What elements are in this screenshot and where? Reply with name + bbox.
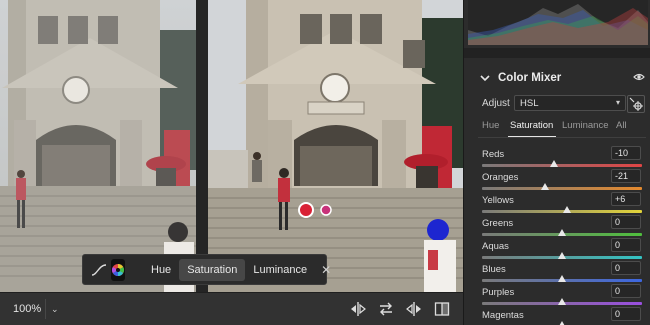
mode-tabs: Hue Saturation Luminance All <box>464 116 650 138</box>
zoom-divider <box>45 299 46 319</box>
slider-thumb[interactable] <box>558 252 566 259</box>
mode-tab-hue[interactable]: Hue <box>482 120 499 131</box>
section-title: Color Mixer <box>498 72 562 84</box>
zoom-level[interactable]: 100% <box>13 303 41 315</box>
slider-thumb[interactable] <box>558 298 566 305</box>
slider-label: Greens <box>482 218 514 229</box>
slider-thumb[interactable] <box>558 229 566 236</box>
slider-label: Purples <box>482 287 515 298</box>
curve-icon[interactable] <box>91 259 107 281</box>
adjust-row: Adjust HSL ▾ <box>464 92 650 114</box>
bottom-toolbar: 100% ⌄ <box>0 292 463 325</box>
slider-track[interactable] <box>482 187 642 190</box>
slider-value-field[interactable]: 0 <box>611 261 641 275</box>
slider-thumb[interactable] <box>541 183 550 190</box>
slider-thumb[interactable] <box>562 206 571 213</box>
slider-label: Oranges <box>482 172 519 183</box>
slider-label: Blues <box>482 264 506 275</box>
slider-thumb[interactable] <box>550 160 558 167</box>
active-tab-indicator <box>508 136 556 137</box>
slider-label: Magentas <box>482 310 524 321</box>
color-wheel-icon[interactable] <box>111 258 125 281</box>
color-mixer-header[interactable]: Color Mixer <box>464 66 650 90</box>
close-icon[interactable]: ✕ <box>321 263 331 277</box>
slider-value-field[interactable]: +6 <box>611 192 641 206</box>
lightroom-window: Hue Saturation Luminance ✕ 100% ⌄ Color … <box>0 0 650 325</box>
edit-panel: Color Mixer Adjust HSL ▾ Hue Saturation … <box>463 0 650 325</box>
slider-label: Aquas <box>482 241 509 252</box>
mode-tab-all[interactable]: All <box>616 120 627 131</box>
mode-tab-luminance[interactable]: Luminance <box>562 120 608 131</box>
toolbar-tab-luminance[interactable]: Luminance <box>245 259 315 281</box>
split-view-icon[interactable] <box>433 300 451 318</box>
slider-value-field[interactable]: 0 <box>611 307 641 321</box>
slider-thumb[interactable] <box>558 321 566 325</box>
targeted-adjustment-icon[interactable] <box>627 95 645 113</box>
chevron-down-icon[interactable]: ⌄ <box>51 304 59 315</box>
slider-thumb[interactable] <box>558 275 566 282</box>
split-divider[interactable] <box>196 0 208 292</box>
after-photo-image <box>208 0 463 292</box>
slider-value-field[interactable]: -21 <box>611 169 641 183</box>
before-photo <box>0 0 196 292</box>
adjust-dropdown[interactable]: HSL ▾ <box>514 95 626 111</box>
mode-tab-saturation[interactable]: Saturation <box>510 120 553 131</box>
slider-label: Yellows <box>482 195 514 206</box>
photo-canvas[interactable]: Hue Saturation Luminance ✕ <box>0 0 463 292</box>
color-mask-toolbar: Hue Saturation Luminance ✕ <box>82 254 331 285</box>
slider-magentas: Magentas 0 <box>464 307 650 325</box>
slider-label: Reds <box>482 149 505 160</box>
slider-value-field[interactable]: 0 <box>611 284 641 298</box>
slider-value-field[interactable]: 0 <box>611 238 641 252</box>
toolbar-tab-hue[interactable]: Hue <box>143 259 179 281</box>
slider-track[interactable] <box>482 164 642 167</box>
swap-icon[interactable] <box>377 300 395 318</box>
adjust-label: Adjust <box>482 97 510 109</box>
eye-icon[interactable] <box>633 72 645 82</box>
panel-divider <box>464 48 650 58</box>
before-photo-image <box>0 0 196 292</box>
adjust-value: HSL <box>520 97 539 109</box>
chevron-down-icon[interactable] <box>480 73 490 83</box>
after-photo <box>208 0 463 292</box>
copy-settings-icon[interactable] <box>405 300 423 318</box>
tab-baseline <box>478 137 646 138</box>
histogram <box>468 0 648 45</box>
compare-before-after-icon[interactable] <box>349 300 367 318</box>
slider-value-field[interactable]: -10 <box>611 146 641 160</box>
toolbar-tab-saturation[interactable]: Saturation <box>179 258 246 281</box>
slider-value-field[interactable]: 0 <box>611 215 641 229</box>
chevron-down-icon: ▾ <box>615 98 620 107</box>
